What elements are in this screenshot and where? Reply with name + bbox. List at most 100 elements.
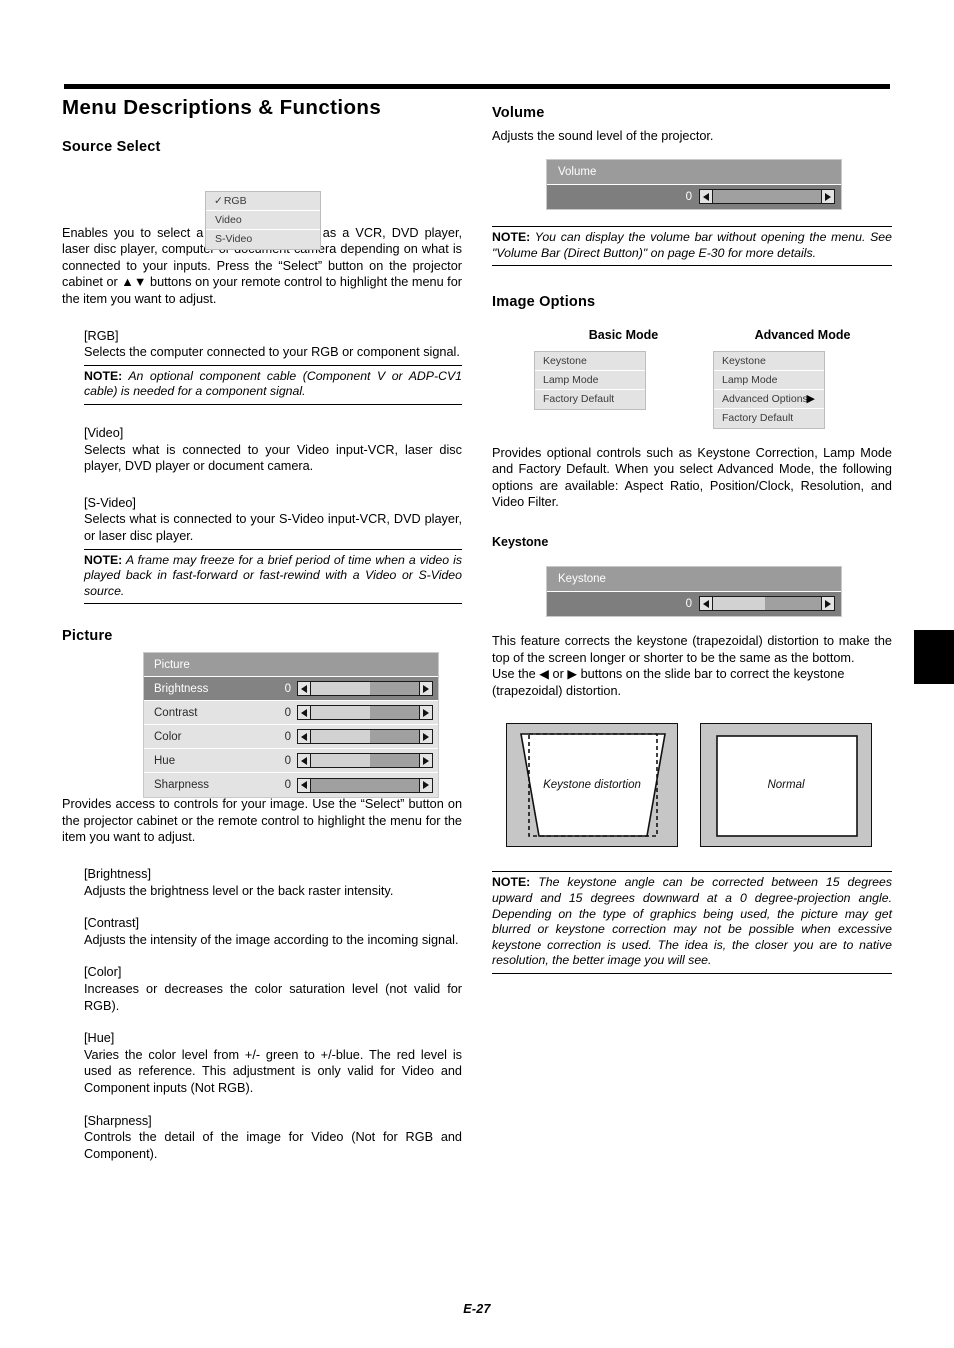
- row-value: 0: [284, 754, 291, 767]
- slider-right-arrow-icon[interactable]: [419, 730, 432, 744]
- color-slider[interactable]: [297, 729, 433, 745]
- slider-left-arrow-icon[interactable]: [298, 778, 311, 792]
- basic-menu-item-factory-default[interactable]: Factory Default: [535, 390, 645, 409]
- basic-menu-item-keystone[interactable]: Keystone: [535, 352, 645, 371]
- picture-row-color[interactable]: Color 0: [144, 725, 438, 750]
- picture-row-contrast[interactable]: Contrast 0: [144, 701, 438, 726]
- advanced-menu-item-advanced-options[interactable]: Advanced Options ▶: [714, 390, 824, 409]
- mode-menus: Keystone Lamp Mode Factory Default Keyst: [534, 350, 892, 429]
- slider-track[interactable]: [311, 682, 419, 696]
- slider-right-arrow-icon[interactable]: [821, 190, 834, 204]
- volume-widget-wrap: Volume 0: [546, 158, 892, 210]
- menu-item-label: Lamp Mode: [722, 373, 778, 386]
- image-options-heading: Image Options: [492, 294, 596, 311]
- slider-left-arrow-icon[interactable]: [298, 730, 311, 744]
- slider-left-arrow-icon[interactable]: [298, 706, 311, 720]
- picture-menu-panel[interactable]: Picture Brightness 0 Contrast 0 Color 0 …: [143, 652, 439, 799]
- entry-term-brightness: [Brightness]: [84, 867, 151, 882]
- basic-menu-item-lamp-mode[interactable]: Lamp Mode: [535, 371, 645, 390]
- picture-row-sharpness[interactable]: Sharpness 0: [144, 773, 438, 798]
- note-text: You can display the volume bar without o…: [492, 229, 892, 260]
- figure-normal: Normal: [700, 723, 872, 848]
- slider-right-arrow-icon[interactable]: [419, 706, 432, 720]
- note-s-video: NOTE: A frame may freeze for a brief per…: [84, 548, 462, 605]
- header-rule: [64, 84, 890, 89]
- note-rgb: NOTE: An optional component cable (Compo…: [84, 364, 462, 405]
- slider-track[interactable]: [311, 754, 419, 768]
- entry-term-rgb: [RGB]: [84, 328, 119, 343]
- basic-mode-menu[interactable]: Keystone Lamp Mode Factory Default: [534, 350, 646, 410]
- keystone-value: 0: [685, 597, 692, 610]
- volume-widget-header: Volume: [547, 159, 841, 185]
- slider-track[interactable]: [311, 706, 419, 720]
- figure-caption: Normal: [767, 779, 805, 792]
- slider-fill: [311, 754, 371, 768]
- picture-intro: Provides access to controls for your ima…: [62, 797, 462, 845]
- slider-right-arrow-icon[interactable]: [821, 597, 834, 611]
- keystone-widget-body[interactable]: 0: [547, 591, 841, 616]
- picture-row-hue[interactable]: Hue 0: [144, 749, 438, 774]
- slider-left-arrow-icon[interactable]: [298, 682, 311, 696]
- advanced-menu-item-factory-default[interactable]: Factory Default: [714, 409, 824, 428]
- advanced-menu-item-lamp-mode[interactable]: Lamp Mode: [714, 371, 824, 390]
- hue-slider[interactable]: [297, 753, 433, 769]
- row-label: Hue: [154, 754, 176, 767]
- keystone-body-2: Use the ◀ or ▶ buttons on the slide bar …: [492, 667, 845, 698]
- entry-text-s-video: Selects what is connected to your S-Vide…: [84, 512, 462, 543]
- row-value: 0: [284, 730, 291, 743]
- volume-slider[interactable]: [699, 189, 835, 205]
- row-label: Brightness: [154, 682, 209, 695]
- menu-item-label: Keystone: [543, 354, 587, 367]
- contrast-slider[interactable]: [297, 705, 433, 721]
- brightness-slider[interactable]: [297, 681, 433, 697]
- basic-mode-title: Basic Mode: [588, 327, 659, 342]
- row-value: 0: [284, 779, 291, 792]
- source-select-menu[interactable]: ✓RGB Video S-Video: [205, 190, 321, 250]
- menu-item-label: Video: [215, 213, 242, 226]
- checkmark-icon: ✓: [214, 194, 223, 207]
- entry-text-video: Selects what is connected to your Video …: [84, 442, 462, 474]
- menu-item-label: RGB: [223, 194, 247, 207]
- note-volume: NOTE: You can display the volume bar wit…: [492, 225, 892, 267]
- advanced-mode-menu[interactable]: Keystone Lamp Mode Advanced Options ▶ Fa…: [713, 350, 825, 429]
- slider-right-arrow-icon[interactable]: [419, 754, 432, 768]
- note-text: An optional component cable (Component V…: [84, 368, 462, 399]
- menu-item-rgb[interactable]: ✓RGB: [206, 192, 320, 211]
- entry-term-color: [Color]: [84, 965, 122, 980]
- figure-keystone-distortion: Keystone distortion: [506, 723, 678, 848]
- slider-left-arrow-icon[interactable]: [700, 190, 713, 204]
- note-label: NOTE:: [84, 552, 123, 567]
- slider-track[interactable]: [311, 730, 419, 744]
- keystone-widget-wrap: Keystone 0: [546, 565, 892, 617]
- source-select-heading: Source Select: [62, 138, 161, 155]
- slider-fill: [311, 682, 371, 696]
- entry-term-video: [Video]: [84, 425, 124, 440]
- slider-right-arrow-icon[interactable]: [419, 682, 432, 696]
- slider-track[interactable]: [713, 597, 821, 611]
- note-label: NOTE:: [492, 229, 531, 244]
- menu-item-label: Advanced Options: [722, 392, 808, 405]
- keystone-slider[interactable]: [699, 596, 835, 612]
- source-select-heading-block: Source Select ✓RGB Video S-Video: [62, 138, 462, 250]
- slider-track[interactable]: [713, 190, 821, 204]
- keystone-bar-widget[interactable]: Keystone 0: [546, 565, 842, 617]
- mode-headings: Basic Mode Advanced Mode: [534, 328, 892, 343]
- volume-heading: Volume: [492, 105, 545, 121]
- volume-bar-widget[interactable]: Volume 0: [546, 158, 842, 210]
- menu-item-video[interactable]: Video: [206, 211, 320, 230]
- slider-left-arrow-icon[interactable]: [700, 597, 713, 611]
- page-edge-tab: [914, 630, 954, 684]
- slider-fill: [713, 597, 765, 611]
- slider-right-arrow-icon[interactable]: [419, 778, 432, 792]
- slider-left-arrow-icon[interactable]: [298, 754, 311, 768]
- volume-widget-body[interactable]: 0: [547, 184, 841, 209]
- picture-row-brightness[interactable]: Brightness 0: [144, 677, 438, 702]
- sharpness-slider[interactable]: [297, 777, 433, 793]
- note-label: NOTE:: [492, 875, 531, 890]
- menu-item-label: Factory Default: [722, 411, 794, 424]
- slider-track[interactable]: [311, 778, 419, 792]
- entry-text-brightness: Adjusts the brightness level or the back…: [84, 883, 394, 898]
- advanced-menu-item-keystone[interactable]: Keystone: [714, 352, 824, 371]
- document-page: Menu Descriptions & Functions Source Sel…: [0, 0, 954, 1348]
- menu-item-s-video[interactable]: S-Video: [206, 230, 320, 249]
